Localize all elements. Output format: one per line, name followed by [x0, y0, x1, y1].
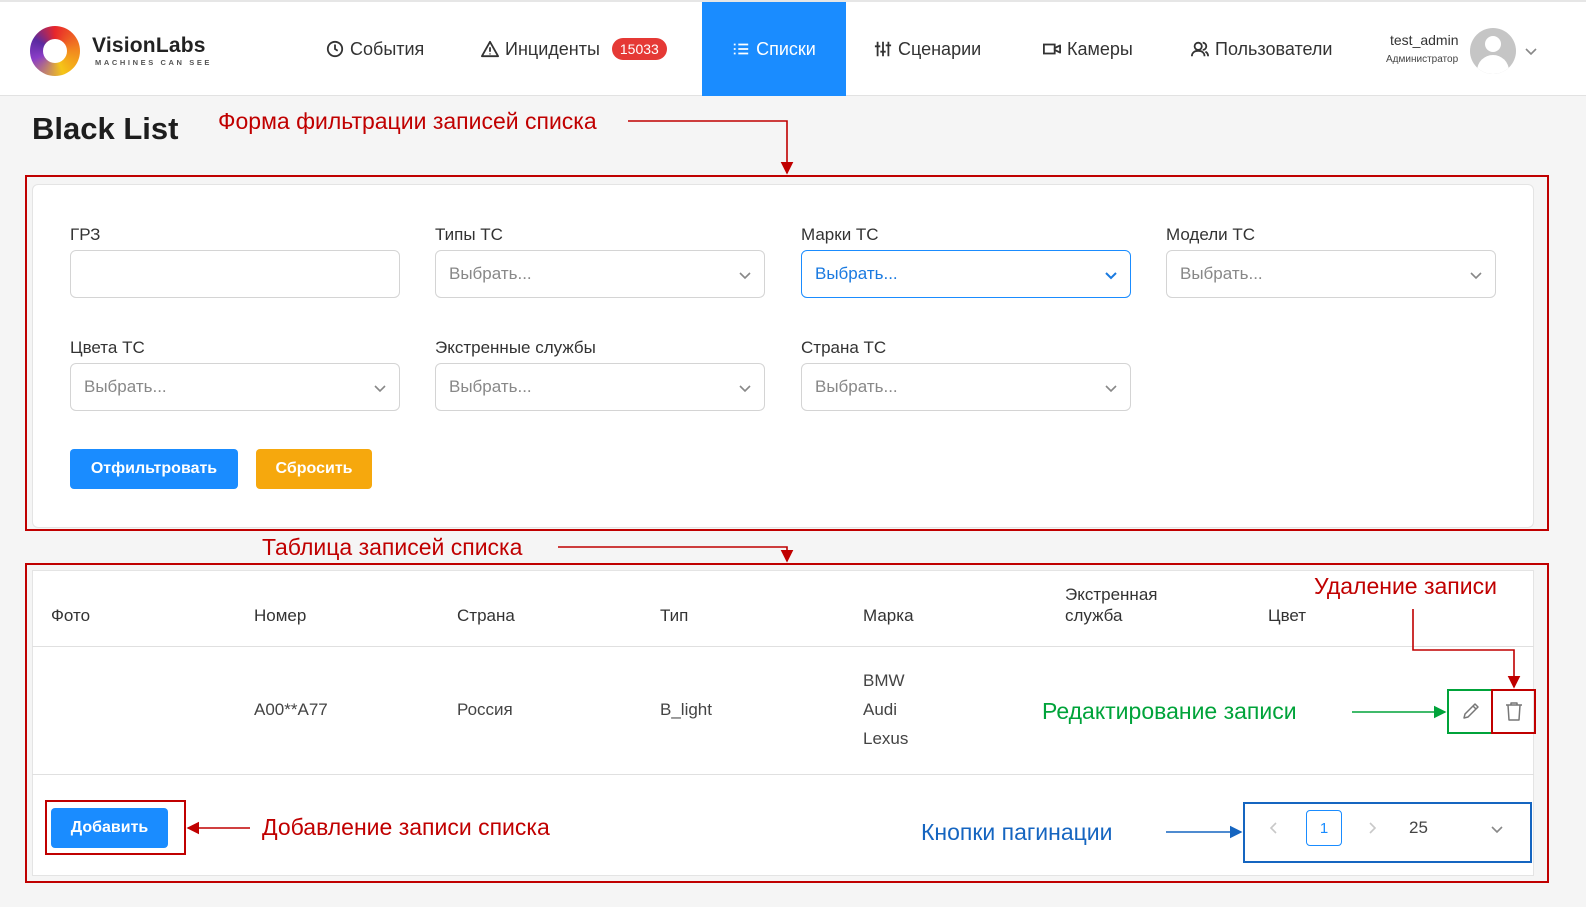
annotation-records-table: Таблица записей списка — [262, 534, 523, 560]
annotation-edit-record: Редактирование записи — [1042, 698, 1297, 724]
nav-users[interactable]: Пользователи — [1191, 2, 1332, 96]
top-header: VisionLabs MACHINES CAN SEE События Инци… — [0, 0, 1586, 96]
warning-icon — [481, 40, 499, 58]
nav-lists-label: Списки — [756, 38, 816, 59]
user-name[interactable]: test_admin — [1390, 32, 1458, 48]
nav-incidents-label: Инциденты — [505, 38, 600, 59]
users-icon — [1191, 41, 1209, 57]
visionlabs-logo-icon[interactable] — [30, 26, 80, 76]
nav-cameras-label: Камеры — [1067, 38, 1133, 59]
annotation-delete-record: Удаление записи — [1314, 573, 1497, 599]
clock-icon — [326, 40, 344, 58]
incidents-count-badge: 15033 — [611, 38, 667, 60]
nav-incidents[interactable]: Инциденты 15033 — [481, 2, 667, 96]
annotation-add-box — [45, 800, 186, 855]
user-role: Администратор — [1386, 54, 1459, 65]
annotation-edit-box — [1447, 689, 1493, 734]
nav-scenarios[interactable]: Сценарии — [874, 2, 981, 96]
chevron-down-icon[interactable] — [1524, 44, 1538, 58]
annotation-add-record: Добавление записи списка — [262, 814, 550, 840]
nav-lists[interactable]: Списки — [702, 2, 846, 96]
brand-name: VisionLabs — [92, 34, 206, 57]
brand-subtitle: MACHINES CAN SEE — [95, 58, 213, 67]
annotation-filter-form-box — [25, 175, 1549, 531]
annotation-delete-box — [1491, 689, 1536, 734]
annotation-pagination-box — [1243, 802, 1532, 863]
list-icon — [733, 43, 749, 55]
nav-events-label: События — [350, 38, 425, 59]
nav-scenarios-label: Сценарии — [898, 38, 982, 59]
page-title: Black List — [32, 111, 179, 146]
nav-users-label: Пользователи — [1215, 38, 1333, 59]
nav-cameras[interactable]: Камеры — [1043, 2, 1133, 96]
avatar[interactable] — [1470, 28, 1516, 74]
annotation-pagination: Кнопки пагинации — [921, 819, 1113, 845]
annotation-filter-form: Форма фильтрации записей списка — [218, 108, 597, 134]
sliders-icon — [874, 41, 892, 57]
nav-events[interactable]: События — [326, 2, 424, 96]
camera-icon — [1043, 43, 1061, 55]
